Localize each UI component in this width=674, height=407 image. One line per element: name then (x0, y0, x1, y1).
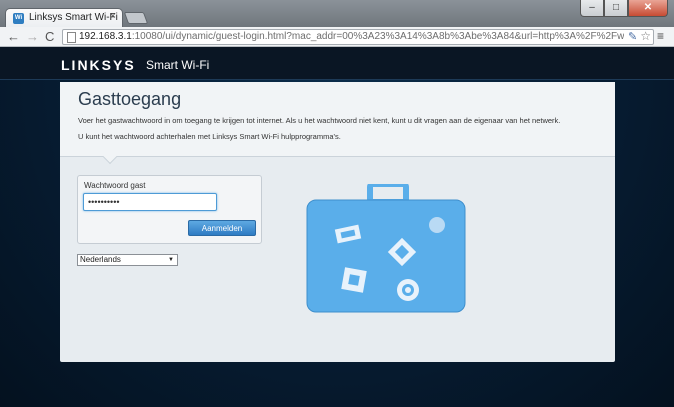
page-title: Gasttoegang (78, 89, 182, 109)
tab-close-icon[interactable]: × (110, 11, 116, 22)
translate-icon[interactable]: ✎ (628, 30, 637, 44)
product-name: Smart Wi-Fi (146, 58, 210, 72)
page-icon (67, 32, 76, 43)
reload-button[interactable]: C (45, 28, 54, 46)
url-text: 192.168.3.1:10080/ui/dynamic/guest-login… (79, 31, 624, 42)
url-path: :10080/ui/dynamic/guest-login.html?mac_a… (131, 31, 624, 42)
minimize-button[interactable]: – (580, 0, 604, 17)
address-bar[interactable]: 192.168.3.1:10080/ui/dynamic/guest-login… (62, 29, 654, 45)
forward-button[interactable]: → (26, 28, 39, 46)
login-box: Wachtwoord gast Aanmelden (77, 175, 262, 244)
suitcase-illustration (306, 184, 466, 313)
menu-icon[interactable]: ≡ (657, 29, 664, 43)
panel-header: Gasttoegang Voer het gastwachtwoord in o… (60, 82, 615, 157)
intro-text-2: U kunt het wachtwoord achterhalen met Li… (78, 132, 341, 141)
page-viewport: LINKSYS Smart Wi-Fi Gasttoegang Voer het… (0, 47, 674, 407)
password-label: Wachtwoord gast (84, 181, 146, 190)
url-host: 192.168.3.1 (79, 31, 132, 42)
browser-toolbar: ← → C 192.168.3.1:10080/ui/dynamic/guest… (0, 27, 674, 47)
guest-password-input[interactable] (83, 193, 217, 211)
guest-access-panel: Gasttoegang Voer het gastwachtwoord in o… (60, 82, 615, 362)
linksys-logo: LINKSYS (61, 57, 136, 73)
maximize-button[interactable]: □ (604, 0, 628, 17)
browser-titlebar: Wi Linksys Smart Wi-Fi × – □ ✕ (0, 0, 674, 27)
suitcase-sticker-rect-2 (341, 267, 367, 293)
login-button[interactable]: Aanmelden (188, 220, 256, 236)
window-controls: – □ ✕ (580, 0, 668, 17)
language-selected: Nederlands (80, 255, 121, 264)
suitcase-sticker-circle (429, 217, 445, 233)
suitcase-handle (367, 184, 409, 205)
linksys-favicon-icon: Wi (13, 13, 24, 24)
browser-tab[interactable]: Wi Linksys Smart Wi-Fi × (5, 8, 123, 27)
intro-text: Voer het gastwachtwoord in om toegang te… (78, 116, 561, 125)
back-button[interactable]: ← (7, 28, 20, 46)
suitcase-body (306, 199, 466, 313)
language-select[interactable]: Nederlands ▼ (77, 254, 178, 266)
dropdown-arrow-icon: ▼ (168, 257, 174, 263)
brand-header: LINKSYS Smart Wi-Fi (0, 47, 674, 80)
new-tab-button[interactable] (123, 12, 149, 24)
bookmark-star-icon[interactable]: ☆ (640, 29, 651, 43)
close-window-button[interactable]: ✕ (628, 0, 668, 17)
suitcase-sticker-ring (397, 279, 419, 301)
tab-title: Linksys Smart Wi-Fi (29, 12, 118, 23)
